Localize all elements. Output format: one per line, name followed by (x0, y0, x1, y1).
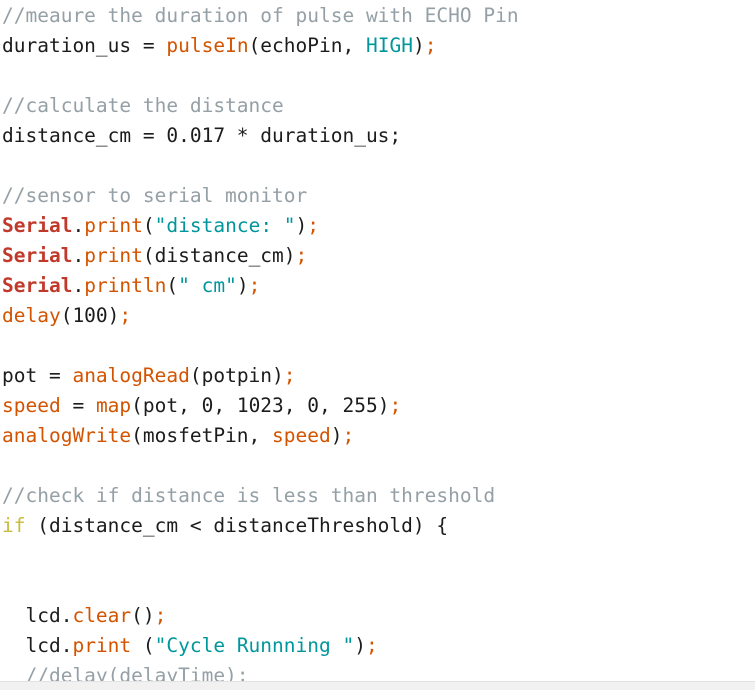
code-line[interactable] (0, 151, 755, 181)
code-token-keyword: if (2, 514, 26, 537)
code-token-plain: () (131, 604, 155, 627)
code-line[interactable]: Serial.println(" cm"); (0, 271, 755, 301)
code-line[interactable]: speed = map(pot, 0, 1023, 0, 255); (0, 391, 755, 421)
code-editor-pane[interactable]: //meaure the duration of pulse with ECHO… (0, 0, 755, 690)
code-token-comment: //meaure the duration of pulse with ECHO… (2, 4, 519, 27)
code-line[interactable]: //calculate the distance (0, 91, 755, 121)
code-token-function: map (95, 394, 132, 417)
code-token-plain: . (72, 214, 85, 237)
code-line[interactable]: //check if distance is less than thresho… (0, 481, 755, 511)
code-token-plain: lcd. (2, 634, 73, 657)
code-token-function: clear (72, 604, 132, 627)
code-token-plain: (echoPin, (248, 34, 366, 57)
code-token-comment: //sensor to serial monitor (2, 184, 308, 207)
code-token-plain: (mosfetPin, (131, 424, 273, 447)
code-token-semi: ; (307, 214, 320, 237)
code-token-semi: ; (248, 274, 261, 297)
code-token-function: pulseIn (166, 34, 249, 57)
editor-bottom-edge (0, 681, 755, 690)
code-token-plain: ) (354, 634, 366, 657)
code-token-string: "distance: " (154, 214, 296, 237)
code-token-function: print (84, 244, 143, 267)
code-token-variable: speed (2, 394, 61, 417)
code-line[interactable]: delay(100); (0, 301, 755, 331)
code-token-semi: ; (424, 34, 437, 57)
code-line[interactable] (0, 451, 755, 481)
code-line[interactable]: Serial.print(distance_cm); (0, 241, 755, 271)
code-token-semi: ; (342, 424, 355, 447)
code-token-semi: ; (389, 394, 402, 417)
code-token-variable: speed (272, 424, 331, 447)
code-line[interactable] (0, 61, 755, 91)
code-token-plain: ( (166, 274, 179, 297)
code-token-semi: ; (119, 304, 132, 327)
code-token-plain: (distance_cm < distanceThreshold) { (25, 514, 449, 537)
code-token-plain: ) (412, 34, 425, 57)
code-token-plain: . (72, 274, 85, 297)
code-token-function: delay (2, 304, 61, 327)
code-token-function: analogRead (72, 364, 190, 387)
code-line[interactable]: //sensor to serial monitor (0, 181, 755, 211)
code-token-plain: ) (330, 424, 343, 447)
code-token-semi: ; (154, 604, 167, 627)
code-token-library: Serial (2, 244, 73, 267)
code-line[interactable]: lcd.clear(); (0, 601, 755, 631)
code-token-literal: HIGH (365, 34, 413, 57)
code-token-string: "Cycle Runnning " (154, 634, 355, 657)
code-token-plain: lcd. (2, 604, 73, 627)
code-token-function: println (84, 274, 167, 297)
code-token-plain: ) (295, 214, 308, 237)
code-line[interactable]: //meaure the duration of pulse with ECHO… (0, 1, 755, 31)
code-token-string: " cm" (178, 274, 237, 297)
code-line[interactable] (0, 331, 755, 361)
code-line[interactable]: analogWrite(mosfetPin, speed); (0, 421, 755, 451)
code-token-plain: pot = (2, 364, 73, 387)
code-line[interactable]: if (distance_cm < distanceThreshold) { (0, 511, 755, 541)
code-token-library: Serial (2, 214, 73, 237)
code-token-plain: = (60, 394, 96, 417)
code-line[interactable]: duration_us = pulseIn(echoPin, HIGH); (0, 31, 755, 61)
code-token-plain: duration_us = (2, 34, 167, 57)
code-token-plain: ( (142, 214, 155, 237)
code-token-plain: (pot, 0, 1023, 0, 255) (131, 394, 390, 417)
code-token-function: print (84, 214, 143, 237)
code-token-semi: ; (365, 634, 378, 657)
code-token-comment: //calculate the distance (2, 94, 284, 117)
code-token-comment: //check if distance is less than thresho… (2, 484, 496, 507)
code-token-library: Serial (2, 274, 73, 297)
code-token-plain: distance_cm = 0.017 * duration_us; (2, 124, 402, 147)
code-token-plain: ( (131, 634, 155, 657)
code-line[interactable]: distance_cm = 0.017 * duration_us; (0, 121, 755, 151)
code-token-function: analogWrite (2, 424, 132, 447)
code-line[interactable] (0, 541, 755, 571)
code-token-plain: ) (236, 274, 249, 297)
code-token-semi: ; (283, 364, 296, 387)
code-line[interactable]: lcd.print ("Cycle Runnning "); (0, 631, 755, 661)
code-token-plain: (100) (60, 304, 120, 327)
code-token-plain: (distance_cm) (142, 244, 296, 267)
code-token-plain: (potpin) (189, 364, 284, 387)
code-line[interactable]: pot = analogRead(potpin); (0, 361, 755, 391)
code-token-semi: ; (295, 244, 308, 267)
code-line[interactable] (0, 571, 755, 601)
code-token-plain: . (72, 244, 85, 267)
code-line[interactable]: Serial.print("distance: "); (0, 211, 755, 241)
code-lines-container[interactable]: //meaure the duration of pulse with ECHO… (0, 0, 755, 690)
code-token-function: print (72, 634, 132, 657)
